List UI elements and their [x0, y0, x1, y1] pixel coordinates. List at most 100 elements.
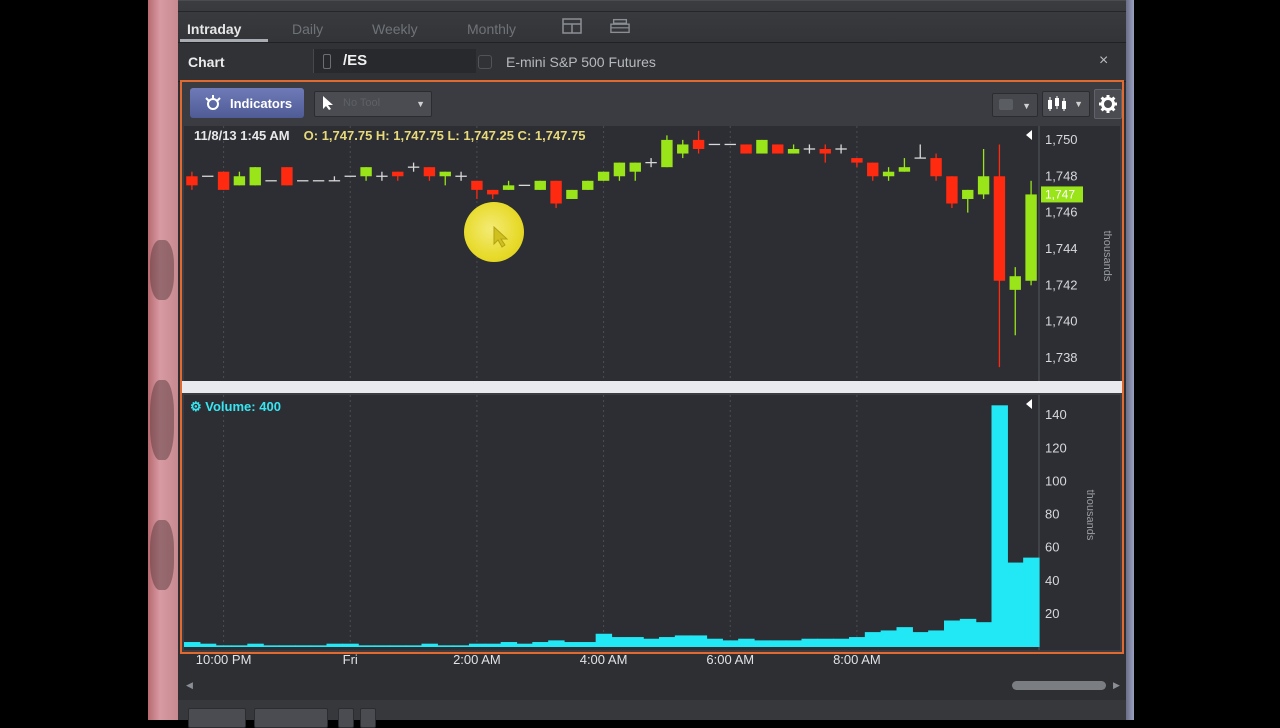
scroll-left-icon[interactable]: ◀: [186, 680, 193, 691]
volume-bar: [674, 635, 692, 647]
timespan-dropdown[interactable]: [254, 708, 328, 728]
time-tick-label: 8:00 AM: [833, 652, 881, 667]
volume-bar: [516, 643, 533, 647]
zoom-out-button[interactable]: [338, 708, 354, 728]
candle: [914, 144, 926, 159]
tab-monthly[interactable]: Monthly: [467, 21, 516, 37]
pane-collapse-icon[interactable]: [1026, 399, 1032, 409]
candlestick-icon: [1048, 96, 1066, 111]
candle-body: [439, 171, 451, 177]
candle: [376, 171, 388, 181]
volume-tick-label: 140: [1045, 407, 1067, 422]
candle: [328, 176, 341, 182]
desktop-background-right: [1126, 0, 1134, 720]
gear-icon: [1099, 95, 1117, 113]
volume-tick-label: 40: [1045, 573, 1059, 588]
link-icon[interactable]: [323, 54, 331, 69]
bottom-toolbar: [178, 700, 1126, 728]
tab-weekly[interactable]: Weekly: [372, 21, 418, 37]
candle-body: [882, 171, 895, 177]
tab-intraday[interactable]: Intraday: [187, 21, 241, 37]
candle-body: [692, 139, 705, 149]
volume-bar: [564, 642, 581, 647]
volume-bar: [421, 643, 438, 647]
volume-bar: [279, 645, 296, 647]
chart-style-dropdown[interactable]: ▼: [992, 93, 1038, 117]
volume-label: Volume:: [205, 399, 256, 414]
candle-body: [502, 185, 515, 190]
aggregation-dropdown[interactable]: [188, 708, 246, 728]
symbol-lookup-icon[interactable]: [478, 55, 492, 69]
desktop-background-left: [148, 0, 178, 720]
volume-bar: [263, 645, 280, 647]
price-pane[interactable]: 1,750 1,748 1,746 1,744 1,742 1,740 1,738 1,747…: [184, 126, 1120, 381]
candle: [882, 167, 895, 181]
price-tick-label: 1,746: [1045, 205, 1078, 220]
candle: [645, 158, 657, 168]
pane-splitter[interactable]: [182, 381, 1122, 393]
volume-tick-label: 120: [1045, 440, 1067, 455]
chevron-down-icon: ▼: [1074, 99, 1083, 109]
candle: [867, 162, 879, 181]
candle: [993, 144, 1006, 368]
volume-bar: [896, 627, 913, 647]
candle: [502, 180, 515, 190]
price-axis-unit: thousands: [1101, 231, 1113, 282]
cursor-highlight: [464, 202, 524, 262]
candle-body: [1009, 276, 1021, 290]
price-chart[interactable]: 1,750 1,748 1,746 1,744 1,742 1,740 1,738 1,747…: [184, 126, 1120, 381]
last-price-label: 1,747: [1045, 187, 1075, 201]
volume-bar: [405, 645, 423, 647]
volume-bar: [500, 642, 518, 647]
candle: [661, 135, 673, 168]
tool-placeholder: No Tool: [343, 97, 381, 109]
close-button[interactable]: ×: [1099, 52, 1108, 70]
candle-body: [613, 162, 626, 177]
drawing-tool-dropdown[interactable]: No Tool ▼: [314, 91, 432, 117]
indicators-button[interactable]: Indicators: [190, 88, 304, 118]
volume-bar: [374, 645, 391, 647]
volume-bar: [184, 642, 201, 647]
scroll-thumb[interactable]: [1012, 681, 1106, 690]
volume-bar: [358, 645, 375, 647]
volume-bar: [1007, 562, 1024, 647]
scroll-right-icon[interactable]: ▶: [1113, 680, 1120, 691]
volume-pane[interactable]: 140 120 100 80 60 40 20 thousands ⚙ Volume: 40…: [184, 395, 1120, 650]
time-tick-label: Fri: [343, 652, 358, 667]
candle: [772, 144, 784, 154]
candle-body: [1025, 194, 1037, 281]
candle-body: [677, 144, 689, 154]
candle: [930, 153, 942, 181]
volume-chart[interactable]: 140 120 100 80 60 40 20 thousands: [184, 395, 1120, 650]
volume-bar: [769, 640, 787, 647]
candle: [407, 162, 420, 172]
bar-datetime: 11/8/13 1:45 AM: [194, 128, 290, 143]
pane-collapse-icon[interactable]: [1026, 130, 1032, 140]
horizontal-scrollbar[interactable]: ◀ ▶: [178, 676, 1126, 696]
candle-body: [962, 189, 974, 199]
volume-bar: [611, 637, 628, 647]
candle: [597, 171, 610, 181]
volume-bar: [579, 642, 597, 647]
symbol-selector[interactable]: /ES: [313, 49, 476, 73]
gear-icon[interactable]: ⚙: [190, 399, 202, 414]
candle-body: [756, 139, 768, 154]
chart-type-dropdown[interactable]: ▼: [1042, 91, 1090, 117]
candle: [1025, 180, 1037, 286]
volume-bar: [484, 643, 502, 647]
grid-layout-icon[interactable]: [562, 18, 582, 34]
candle-body: [898, 167, 911, 172]
tab-daily[interactable]: Daily: [292, 21, 323, 37]
volume-bar: [659, 637, 676, 647]
symbol-input[interactable]: /ES: [343, 52, 367, 69]
price-tick-label: 1,748: [1045, 168, 1078, 183]
volume-bar: [706, 638, 723, 647]
volume-bar: [738, 638, 755, 647]
volume-bar: [864, 632, 882, 647]
candle-body: [772, 144, 784, 154]
window-layout-icon[interactable]: [610, 18, 630, 34]
volume-bar: [389, 645, 407, 647]
chart-settings-button[interactable]: [1094, 89, 1122, 119]
zoom-in-button[interactable]: [360, 708, 376, 728]
candle-body: [186, 176, 198, 186]
